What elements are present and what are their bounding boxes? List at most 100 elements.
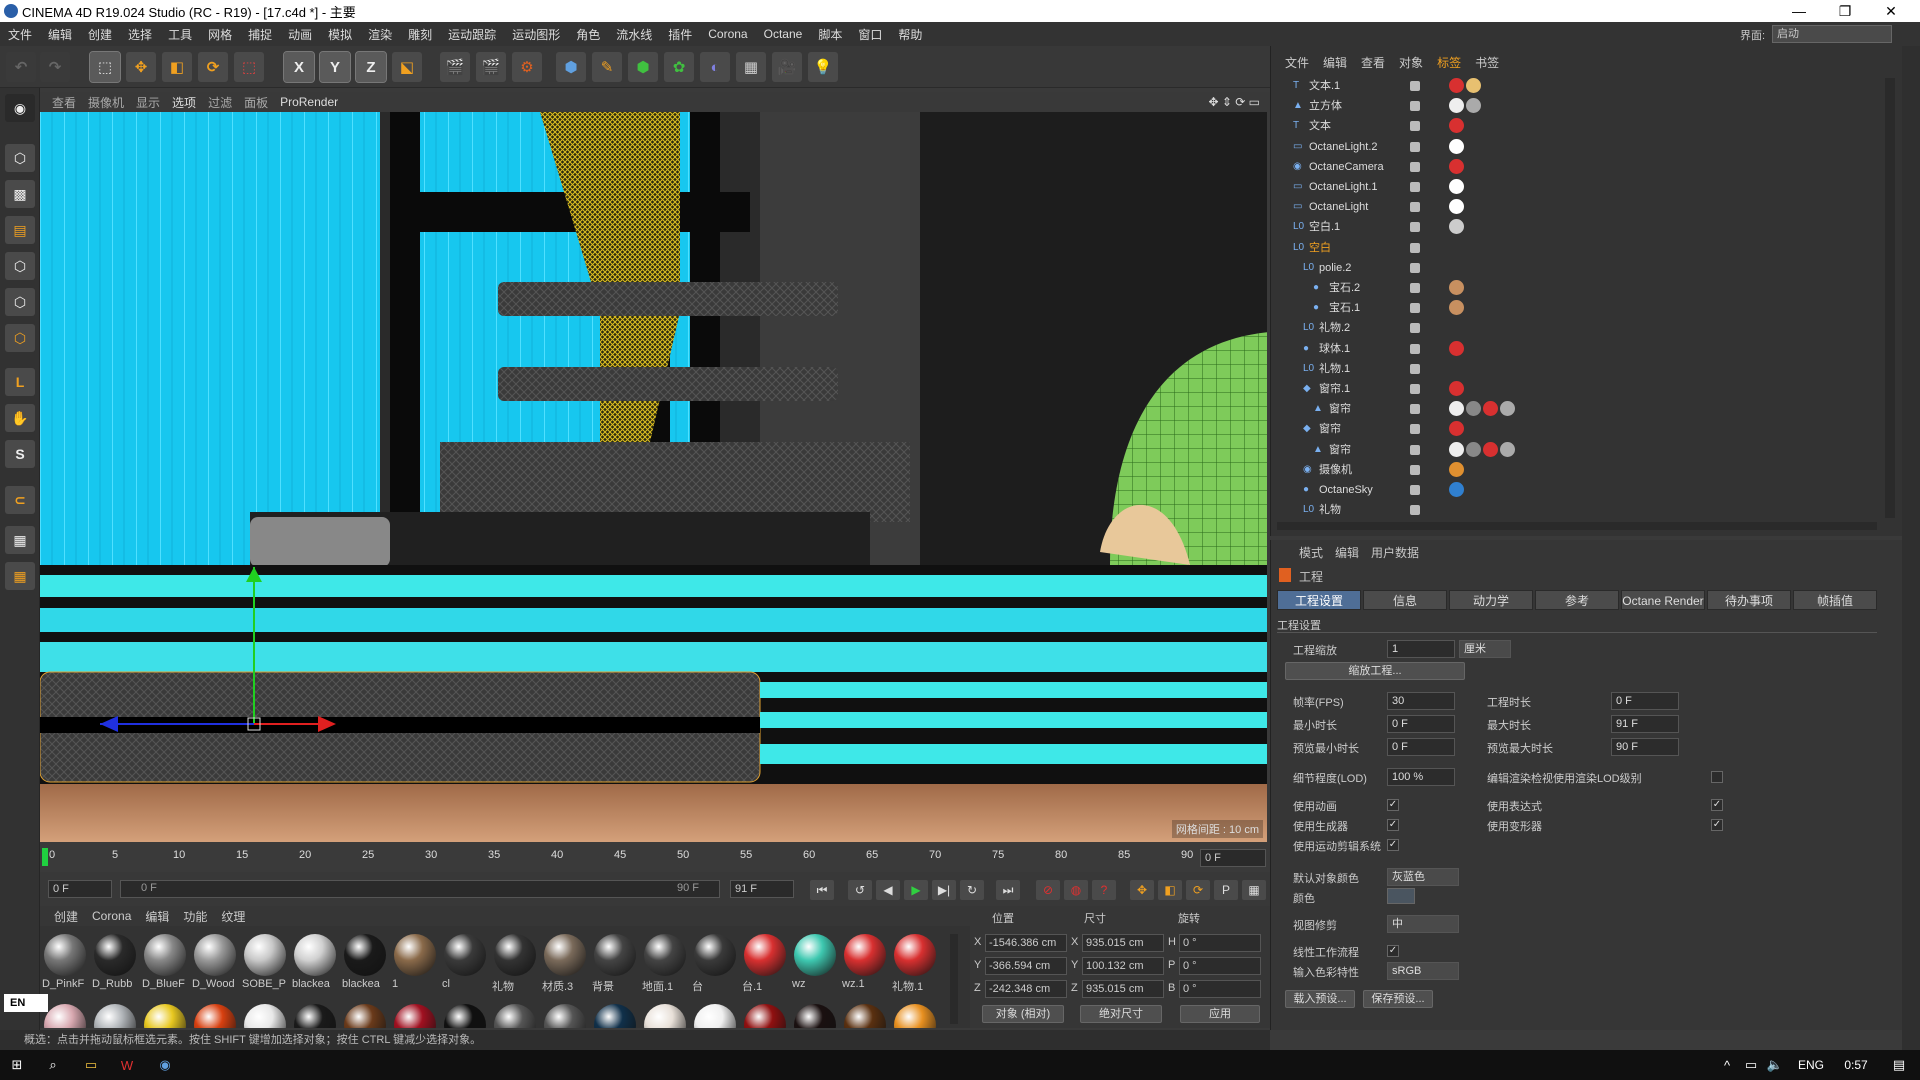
mat-menu-edit[interactable]: 编辑 — [145, 908, 169, 925]
pos-x-field[interactable]: -1546.386 cm — [985, 934, 1067, 952]
material-swatch[interactable]: blackea — [292, 932, 338, 998]
tab-reference[interactable]: 参考 — [1535, 590, 1619, 610]
visibility-toggle[interactable] — [1410, 343, 1420, 354]
menu-file[interactable]: 文件 — [0, 26, 40, 43]
load-preset-button[interactable]: 载入预设... — [1285, 990, 1355, 1008]
viewport-menu-cameras[interactable]: 摄像机 — [88, 94, 124, 111]
minimize-button[interactable]: — — [1776, 0, 1822, 22]
render-lod-checkbox[interactable] — [1711, 771, 1723, 783]
rot-b-field[interactable]: 0 ° — [1179, 980, 1261, 998]
object-row[interactable]: ● OctaneSky — [1279, 480, 1889, 500]
tag-icon[interactable] — [1449, 138, 1464, 154]
menu-sculpt[interactable]: 雕刻 — [400, 26, 440, 43]
use-generators-checkbox[interactable]: ✓ — [1387, 819, 1399, 831]
object-row[interactable]: ▭ OctaneLight.1 — [1279, 177, 1889, 197]
visibility-toggle[interactable] — [1410, 303, 1420, 314]
tag-icon[interactable] — [1483, 441, 1498, 457]
tag-icon[interactable] — [1449, 381, 1464, 396]
material-swatch[interactable] — [192, 1002, 238, 1028]
record-keys-icon[interactable]: ⊘ — [1036, 880, 1060, 900]
size-x-field[interactable]: 935.015 cm — [1082, 934, 1164, 952]
use-animation-checkbox[interactable]: ✓ — [1387, 799, 1399, 811]
key-pla-icon[interactable]: ▦ — [1242, 880, 1266, 900]
deformer-icon[interactable]: ◐ — [700, 52, 730, 82]
lock-workplane-icon[interactable]: ▦ — [5, 562, 35, 590]
lod-field[interactable]: 100 % — [1387, 768, 1455, 786]
wps-icon[interactable]: W — [116, 1055, 138, 1075]
preview-min-field[interactable]: 0 F — [1387, 738, 1455, 756]
visibility-toggle[interactable] — [1410, 262, 1420, 273]
points-mode-icon[interactable]: ⬡ — [5, 252, 35, 280]
tag-icon[interactable] — [1466, 98, 1481, 114]
tag-icon[interactable] — [1449, 98, 1464, 114]
material-swatch[interactable] — [842, 1002, 888, 1028]
cinema4d-taskbar-icon[interactable]: ◉ — [154, 1055, 176, 1075]
visibility-toggle[interactable] — [1410, 283, 1420, 293]
default-color-select[interactable]: 灰蓝色 — [1387, 868, 1459, 886]
render-view-icon[interactable]: 🎬 — [440, 52, 470, 82]
obj-menu-tags[interactable]: 标签 — [1437, 54, 1461, 71]
key-position-icon[interactable]: ✥ — [1130, 880, 1154, 900]
obj-menu-bookmarks[interactable]: 书签 — [1475, 54, 1499, 71]
material-swatch[interactable] — [792, 1002, 838, 1028]
coordinate-mode-select[interactable]: 对象 (相对) — [982, 1005, 1064, 1023]
go-to-start-icon[interactable]: ⏮ — [810, 880, 834, 900]
search-icon[interactable]: ⌕ — [42, 1055, 64, 1075]
maximize-button[interactable]: ❐ — [1822, 0, 1868, 22]
material-swatch[interactable] — [42, 1002, 88, 1028]
visibility-toggle[interactable] — [1410, 222, 1420, 233]
attr-menu-mode[interactable]: 模式 — [1299, 544, 1323, 561]
object-row[interactable]: ◉ OctaneCamera — [1279, 157, 1889, 177]
object-row[interactable]: ● 宝石.2 — [1279, 278, 1889, 298]
viewport-menu-panel[interactable]: 面板 — [244, 94, 268, 111]
material-swatch[interactable] — [692, 1002, 738, 1028]
menu-plugins[interactable]: 插件 — [660, 26, 700, 43]
menu-motion-tracking[interactable]: 运动跟踪 — [440, 26, 504, 43]
axis-mode-icon[interactable]: L — [5, 368, 35, 396]
undo-icon[interactable]: ↶ — [6, 52, 36, 82]
fps-field[interactable]: 30 — [1387, 692, 1455, 710]
tag-icon[interactable] — [1466, 401, 1481, 417]
menu-select[interactable]: 选择 — [120, 26, 160, 43]
tab-project-settings[interactable]: 工程设置 — [1277, 590, 1361, 610]
material-swatch[interactable]: blackea — [342, 932, 388, 998]
edges-mode-icon[interactable]: ⬡ — [5, 288, 35, 316]
material-swatch[interactable] — [542, 1002, 588, 1028]
scale-project-button[interactable]: 缩放工程... — [1285, 662, 1465, 680]
z-axis-lock-button[interactable]: Z — [355, 51, 387, 83]
current-frame-field[interactable]: 0 F — [1200, 849, 1266, 867]
object-row[interactable]: L0 礼物.1 — [1279, 359, 1889, 379]
material-swatch[interactable]: D_Rubb — [92, 932, 138, 998]
visibility-toggle[interactable] — [1410, 424, 1420, 435]
view-clip-select[interactable]: 中 — [1387, 915, 1459, 933]
object-row[interactable]: L0 空白 — [1279, 238, 1889, 258]
tag-icon[interactable] — [1449, 78, 1464, 93]
previous-key-icon[interactable]: ↺ — [848, 880, 872, 900]
material-swatch[interactable] — [92, 1002, 138, 1028]
apply-button[interactable]: 应用 — [1180, 1005, 1260, 1023]
pos-y-field[interactable]: -366.594 cm — [985, 957, 1067, 975]
material-swatch[interactable] — [242, 1002, 288, 1028]
material-swatch[interactable] — [392, 1002, 438, 1028]
material-swatch[interactable] — [642, 1002, 688, 1028]
scale-tool-icon[interactable]: ◧ — [162, 52, 192, 82]
object-row[interactable]: T 文本 — [1279, 116, 1889, 136]
notification-icon[interactable]: ▤ — [1888, 1055, 1910, 1075]
material-swatch[interactable]: D_BlueF — [142, 932, 188, 998]
material-swatch[interactable]: wz — [792, 932, 838, 998]
tab-info[interactable]: 信息 — [1363, 590, 1447, 610]
menu-octane[interactable]: Octane — [756, 27, 811, 41]
tag-icon[interactable] — [1449, 421, 1464, 437]
visibility-toggle[interactable] — [1410, 485, 1420, 495]
material-scrollbar[interactable] — [950, 934, 958, 1024]
object-row[interactable]: ● 球体.1 — [1279, 339, 1889, 359]
viewport-nav-icons[interactable]: ✥ ⇕ ⟳ ▭ — [1208, 95, 1260, 109]
tag-icon[interactable] — [1449, 401, 1464, 417]
right-side-tabs[interactable] — [1902, 46, 1920, 1050]
material-swatch[interactable]: 1 — [392, 932, 438, 998]
scale-field[interactable]: 1 — [1387, 640, 1455, 658]
key-scale-icon[interactable]: ◧ — [1158, 880, 1182, 900]
attr-menu-user-data[interactable]: 用户数据 — [1371, 544, 1419, 561]
max-time-field[interactable]: 91 F — [1611, 715, 1679, 733]
subdivision-surface-icon[interactable]: ⬢ — [628, 52, 658, 82]
